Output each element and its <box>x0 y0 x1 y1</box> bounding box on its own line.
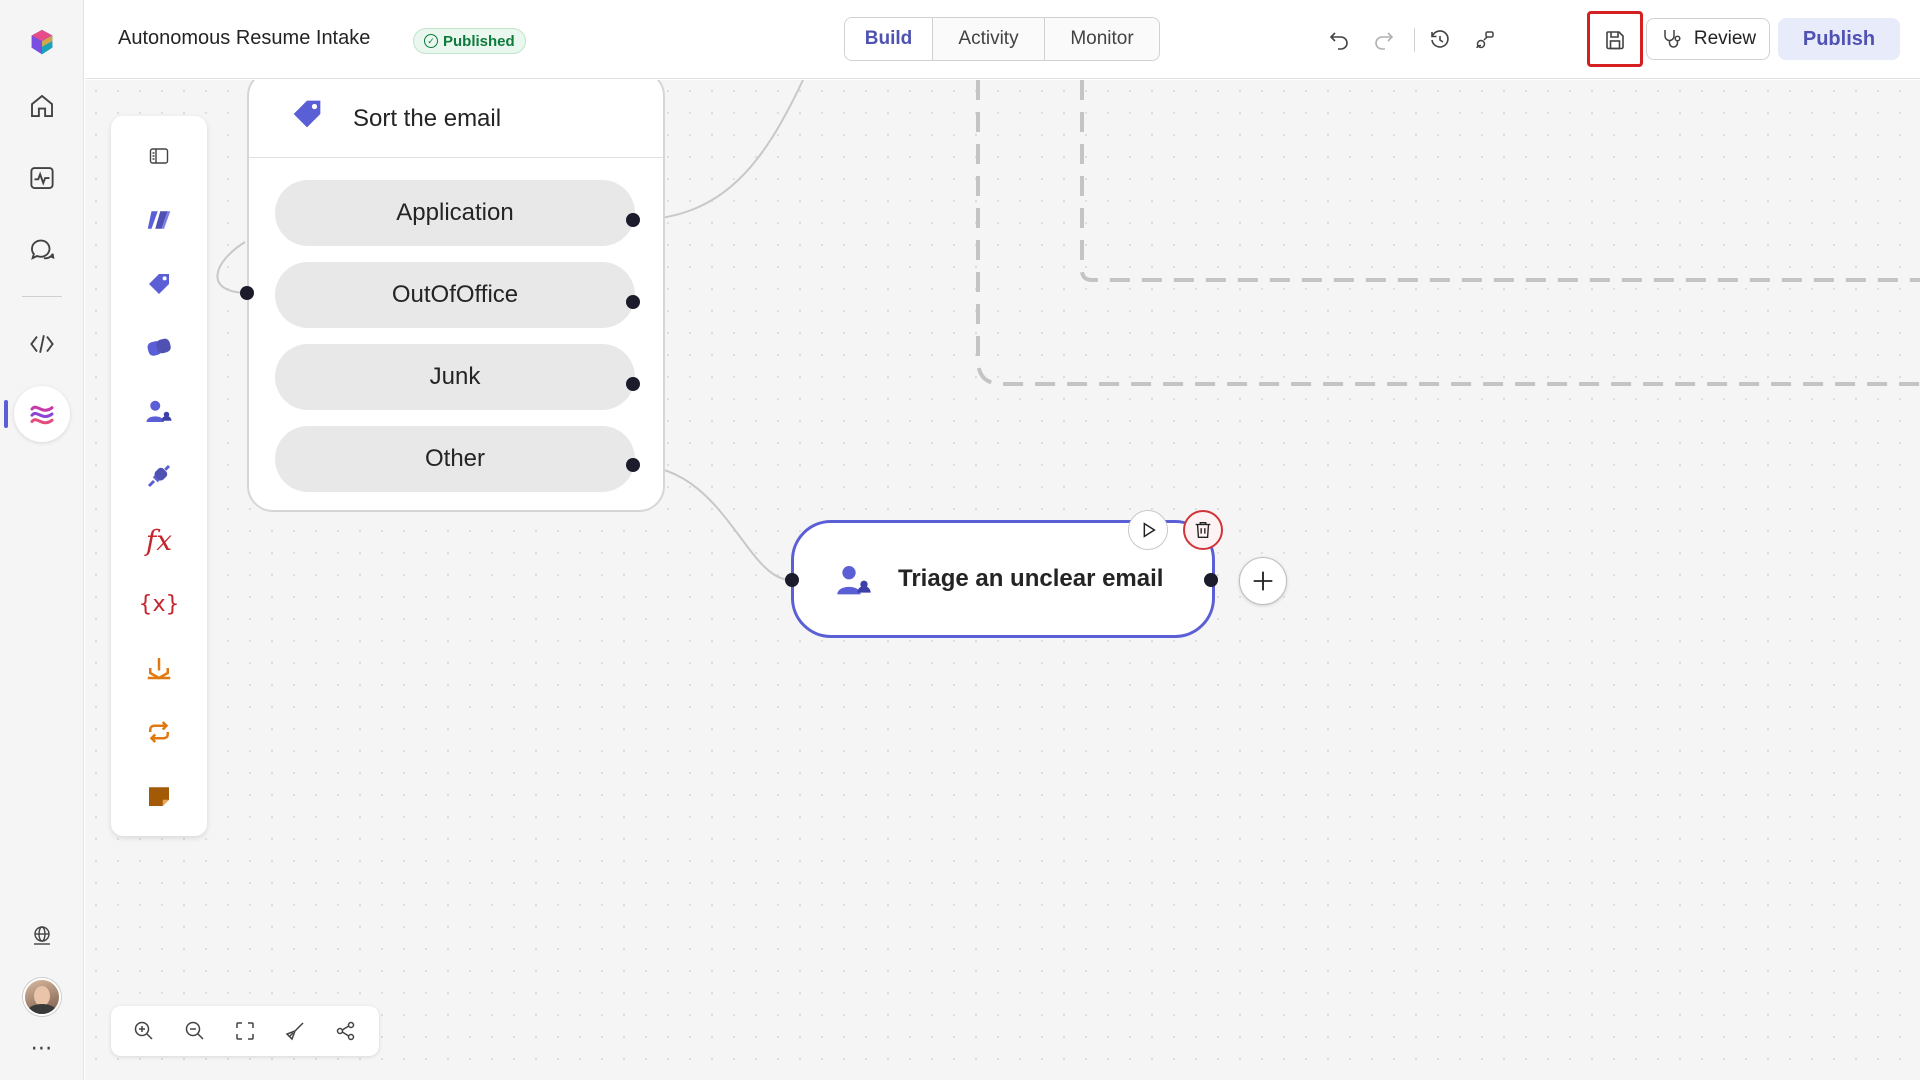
redo-button[interactable] <box>1364 20 1404 60</box>
toolbar-separator <box>1414 28 1415 52</box>
tab-build[interactable]: Build <box>845 18 933 60</box>
application-output-port[interactable] <box>626 213 640 227</box>
status-label: Published <box>443 32 515 50</box>
branch-outofoffice[interactable]: OutOfOffice <box>275 262 635 328</box>
branch-junk[interactable]: Junk <box>275 344 635 410</box>
zoom-controls <box>111 1006 379 1056</box>
condition-icon[interactable] <box>135 644 183 692</box>
tab-monitor[interactable]: Monitor <box>1045 18 1159 60</box>
formula-icon[interactable]: fx <box>135 516 183 564</box>
sort-node-title: Sort the email <box>353 105 502 132</box>
trash-icon <box>1195 521 1211 539</box>
redo-icon <box>1375 32 1394 50</box>
undo-icon <box>1329 32 1348 50</box>
left-rail: ⋯ <box>0 0 84 1080</box>
code-icon[interactable] <box>14 316 70 372</box>
avatar[interactable] <box>23 978 61 1016</box>
layout-icon[interactable] <box>328 1013 364 1049</box>
connections-button[interactable] <box>1465 20 1505 60</box>
add-node-button[interactable] <box>1239 557 1287 605</box>
zoom-out-icon[interactable] <box>177 1013 213 1049</box>
flow-canvas[interactable]: fx {x} Sort the email Application OutOfO… <box>85 80 1920 1080</box>
other-output-port[interactable] <box>626 458 640 472</box>
tab-activity[interactable]: Activity <box>933 18 1045 60</box>
incoming-connector <box>216 241 248 294</box>
sort-node[interactable]: Sort the email Application OutOfOffice J… <box>247 80 665 512</box>
view-tabs: Build Activity Monitor <box>844 17 1160 61</box>
check-icon: ✓ <box>424 34 438 48</box>
app-logo-icon[interactable] <box>14 14 70 70</box>
history-icon <box>1431 30 1449 48</box>
branch-other[interactable]: Other <box>275 426 635 492</box>
save-icon <box>1606 31 1624 50</box>
copilot-icon[interactable] <box>135 324 183 372</box>
home-icon[interactable] <box>14 78 70 134</box>
triage-node-title: Triage an unclear email <box>898 565 1164 592</box>
rail-separator <box>22 296 62 297</box>
agent-flow-icon[interactable] <box>14 386 70 442</box>
publish-button[interactable]: Publish <box>1778 18 1900 60</box>
loop-icon[interactable] <box>135 708 183 756</box>
activity-icon[interactable] <box>14 150 70 206</box>
chat-icon[interactable] <box>14 222 70 278</box>
sticky-note-icon[interactable] <box>135 772 183 820</box>
tag-icon[interactable] <box>135 260 183 308</box>
dashed-container-outer <box>976 80 1920 386</box>
triage-input-port[interactable] <box>785 573 799 587</box>
review-label: Review <box>1693 28 1757 49</box>
sort-input-port[interactable] <box>240 286 254 300</box>
run-node-button[interactable] <box>1128 510 1168 550</box>
outofoffice-output-port[interactable] <box>626 295 640 309</box>
triage-output-port[interactable] <box>1204 573 1218 587</box>
review-button[interactable]: Review <box>1646 18 1770 60</box>
human-review-icon[interactable] <box>135 388 183 436</box>
active-indicator <box>4 400 8 428</box>
save-button[interactable] <box>1595 20 1635 60</box>
zoom-in-icon[interactable] <box>126 1013 162 1049</box>
delete-node-button[interactable] <box>1183 510 1223 550</box>
plus-icon <box>1253 571 1273 591</box>
stethoscope-icon <box>1664 30 1681 48</box>
variable-icon[interactable]: {x} <box>135 580 183 628</box>
human-review-icon <box>837 566 871 595</box>
tidy-icon[interactable] <box>277 1013 313 1049</box>
panel-toggle-icon[interactable] <box>135 132 183 180</box>
connector-icon[interactable] <box>135 452 183 500</box>
undo-button[interactable] <box>1319 20 1359 60</box>
node-palette: fx {x} <box>111 116 207 836</box>
fit-view-icon[interactable] <box>227 1013 263 1049</box>
page-title: Autonomous Resume Intake <box>118 27 371 49</box>
ai-prompt-icon[interactable] <box>135 196 183 244</box>
play-icon <box>1143 522 1156 538</box>
connections-icon <box>1476 31 1494 49</box>
status-badge: ✓ Published <box>413 28 526 54</box>
sort-node-header: Sort the email <box>249 80 663 158</box>
history-button[interactable] <box>1420 20 1460 60</box>
tag-icon <box>293 100 321 128</box>
more-icon[interactable]: ⋯ <box>14 1024 70 1072</box>
junk-output-port[interactable] <box>626 377 640 391</box>
globe-icon[interactable] <box>14 912 70 960</box>
dashed-container-inner <box>1080 80 1920 282</box>
header: Autonomous Resume Intake ✓ Published Bui… <box>85 0 1920 79</box>
branch-application[interactable]: Application <box>275 180 635 246</box>
